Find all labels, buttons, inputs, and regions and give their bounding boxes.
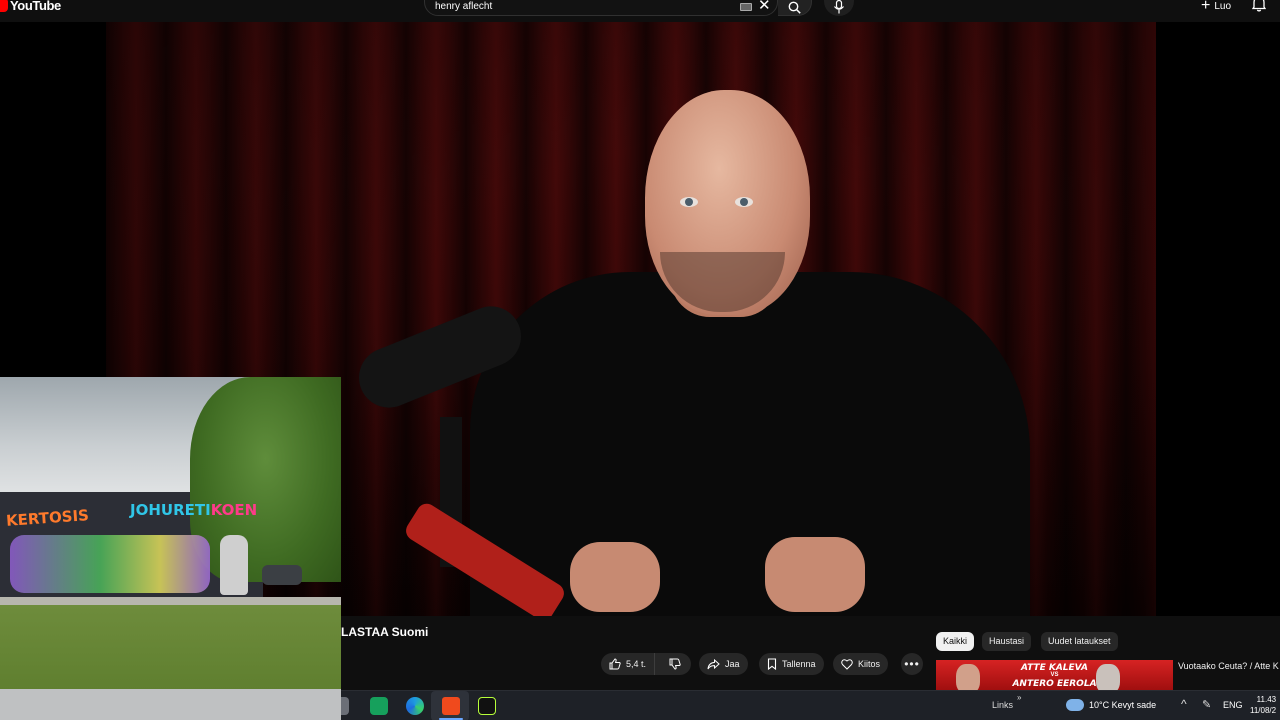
speaker-body (470, 272, 1030, 616)
channel-name[interactable]: LASTAA Suomi (341, 625, 428, 639)
search-icon (788, 1, 801, 14)
media-player-icon[interactable] (478, 697, 496, 715)
cloud-rain-icon[interactable] (1066, 699, 1084, 711)
save-label: Tallenna (782, 659, 816, 669)
like-count: 5,4 t. (626, 659, 647, 669)
notifications-button[interactable] (1251, 0, 1270, 14)
microphone-icon (834, 0, 844, 14)
graffiti-figure (220, 535, 248, 595)
parked-car (262, 565, 302, 585)
clock[interactable]: 11.43 11/08/2 (1250, 694, 1276, 716)
create-label: Luo (1214, 1, 1232, 12)
thumbnail-text-vs: VS (1050, 672, 1059, 678)
recommended-video-title[interactable]: Vuotaako Ceuta? / Atte K vs Antero Eerol… (1178, 660, 1280, 672)
speaker-right-hand (765, 537, 865, 612)
more-icon: ••• (904, 657, 920, 671)
voice-search-button[interactable] (824, 0, 854, 16)
thanks-label: Kiitos (858, 659, 881, 669)
search-button[interactable] (778, 0, 812, 16)
logo-text: YouTube (10, 0, 61, 13)
like-button[interactable]: 5,4 t. (601, 653, 656, 675)
edge-browser-icon[interactable] (406, 697, 424, 715)
plus-icon: + (1200, 0, 1211, 14)
chevron-up-icon[interactable]: ^ (1181, 697, 1187, 711)
share-button[interactable]: Jaa (699, 653, 748, 675)
bell-icon (1251, 0, 1267, 12)
pen-icon[interactable]: ✎ (1202, 698, 1211, 711)
more-actions-button[interactable]: ••• (901, 653, 923, 675)
thumbnail-text-bottom: ANTERO EEROLA (1012, 679, 1097, 689)
create-button[interactable]: + Luo (1192, 0, 1240, 16)
lawn (0, 605, 341, 690)
filter-chip-from-search[interactable]: Haustasi (982, 632, 1032, 651)
weather-text[interactable]: 10°C Kevyt sade (1089, 700, 1156, 710)
store-app-icon[interactable] (370, 697, 388, 715)
language-indicator[interactable]: ENG (1223, 700, 1243, 710)
share-label: Jaa (725, 659, 740, 669)
footpath (0, 689, 341, 720)
graffiti-text-right: JOHURETIKOEN (130, 501, 258, 519)
keyboard-icon[interactable] (740, 3, 752, 11)
top-bar: YouTube henry aflecht ✕ + Luo (0, 0, 1280, 22)
thumbs-up-icon (609, 658, 621, 670)
graffiti-piece (10, 535, 210, 593)
share-icon (707, 658, 720, 669)
tree (190, 377, 341, 582)
thanks-icon (841, 659, 853, 670)
thumbs-down-icon (669, 658, 681, 670)
search-query[interactable]: henry aflecht (435, 1, 492, 12)
clock-time: 11.43 (1256, 695, 1277, 704)
filter-chip-new-uploads[interactable]: Uudet lataukset (1041, 632, 1118, 651)
youtube-play-icon (0, 0, 8, 12)
save-button[interactable]: Tallenna (759, 653, 824, 675)
close-icon[interactable]: ✕ (758, 0, 771, 13)
clock-date: 11/08/2 (1250, 706, 1277, 715)
video-info-area: LASTAA Suomi 5,4 t. Jaa Tallenna Kiitos (341, 616, 1280, 690)
filter-chip-all[interactable]: Kaikki (936, 632, 975, 651)
bookmark-icon (767, 658, 777, 670)
links-toolbar[interactable]: Links (992, 700, 1013, 710)
thanks-button[interactable]: Kiitos (833, 653, 889, 675)
dislike-button[interactable] (660, 653, 690, 675)
picture-in-picture-video[interactable]: KERTOSIS JOHURETIKOEN (0, 377, 341, 720)
youtube-logo[interactable]: YouTube (0, 0, 61, 15)
windows-taskbar: Links » 10°C Kevyt sade ^ ✎ ENG 11.43 11… (341, 690, 1280, 720)
chevron-right-icon[interactable]: » (1017, 693, 1021, 702)
search-input[interactable]: henry aflecht ✕ (424, 0, 778, 16)
recommended-video-thumbnail[interactable]: ATTE KALEVA VS ANTERO EEROLA (936, 660, 1173, 690)
taskbar-app-icon[interactable] (341, 697, 349, 715)
like-dislike-group: 5,4 t. (601, 653, 691, 675)
brave-browser-icon[interactable] (442, 697, 460, 715)
speaker-left-hand (570, 542, 660, 612)
